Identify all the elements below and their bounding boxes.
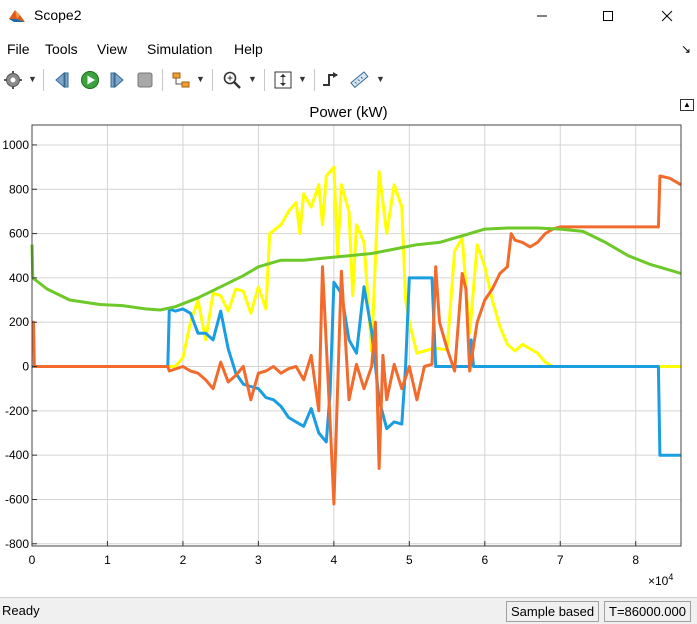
fit-button[interactable] xyxy=(272,69,294,91)
trigger-icon xyxy=(323,72,338,86)
toolbar-separator xyxy=(212,69,213,91)
fit-icon xyxy=(274,71,292,89)
toolbar-separator xyxy=(264,69,265,91)
highlight-icon xyxy=(172,72,190,88)
toolbar: ▼ ▼ ▼ ▼ ▼ xyxy=(0,64,697,98)
menu-tools[interactable]: Tools xyxy=(45,41,78,57)
chart-grid xyxy=(31,125,681,546)
sample-mode-indicator: Sample based xyxy=(506,601,600,622)
menu-simulation[interactable]: Simulation xyxy=(147,41,212,57)
x-tick-label: 2 xyxy=(180,553,187,567)
x-tick-label: 1 xyxy=(104,553,111,567)
measure-icon xyxy=(350,71,369,89)
status-bar: Ready Sample based T=86000.000 xyxy=(0,597,697,624)
scope-chart[interactable]: 0 1 2 3 4 5 6 7 8 1000 800 600 400 200 0 -200 -400 -600 -8… xyxy=(0,98,697,595)
close-icon xyxy=(661,10,673,22)
x-tick-label: 5 xyxy=(406,553,413,567)
measure-button[interactable] xyxy=(348,69,370,91)
step-back-icon xyxy=(55,71,69,89)
menu-bar: File Tools View Simulation Help ↘ xyxy=(0,38,697,60)
menu-file[interactable]: File xyxy=(7,41,30,57)
minimize-icon xyxy=(537,15,547,17)
menu-view[interactable]: View xyxy=(97,41,127,57)
x-tick-label: 3 xyxy=(255,553,262,567)
maximize-button[interactable] xyxy=(585,0,631,32)
settings-dropdown-icon[interactable]: ▼ xyxy=(28,74,37,84)
zoom-dropdown-icon[interactable]: ▼ xyxy=(248,74,257,84)
stop-button[interactable] xyxy=(134,69,156,91)
toolbar-separator xyxy=(162,69,163,91)
y-tick-label: 200 xyxy=(9,315,29,329)
gear-icon xyxy=(4,71,22,89)
y-tick-label: 800 xyxy=(9,182,29,196)
zoom-button[interactable] xyxy=(221,69,243,91)
window-title: Scope2 xyxy=(34,7,82,23)
y-tick-label: 1000 xyxy=(2,138,29,152)
plot-area xyxy=(32,125,681,546)
x-tick-label: 4 xyxy=(331,553,338,567)
step-forward-icon xyxy=(110,71,124,89)
matlab-logo-icon xyxy=(9,10,25,22)
zoom-icon xyxy=(223,71,241,89)
y-tick-label: -400 xyxy=(5,448,29,462)
status-text: Ready xyxy=(2,603,40,618)
x-multiplier-label: ×104 xyxy=(648,572,673,588)
close-button[interactable] xyxy=(644,0,690,32)
y-tick-label: 600 xyxy=(9,227,29,241)
trigger-button[interactable] xyxy=(320,69,342,91)
menu-overflow-icon[interactable]: ↘ xyxy=(681,42,691,56)
toolbar-separator xyxy=(43,69,44,91)
y-tick-label: -200 xyxy=(5,404,29,418)
minimize-button[interactable] xyxy=(519,0,565,32)
y-tick-label: -800 xyxy=(5,537,29,551)
toolbar-separator xyxy=(314,69,315,91)
highlight-button[interactable] xyxy=(170,69,192,91)
title-bar: Scope2 xyxy=(0,0,697,32)
measure-dropdown-icon[interactable]: ▼ xyxy=(376,74,385,84)
x-tick-label: 6 xyxy=(481,553,488,567)
stop-icon xyxy=(137,72,153,88)
run-icon xyxy=(81,71,99,89)
x-tick-label: 7 xyxy=(557,553,564,567)
y-tick-label: -600 xyxy=(5,492,29,506)
highlight-dropdown-icon[interactable]: ▼ xyxy=(196,74,205,84)
settings-button[interactable] xyxy=(2,69,24,91)
menu-help[interactable]: Help xyxy=(234,41,263,57)
run-button[interactable] xyxy=(79,69,101,91)
time-indicator: T=86000.000 xyxy=(604,601,691,622)
fit-dropdown-icon[interactable]: ▼ xyxy=(298,74,307,84)
maximize-icon xyxy=(603,11,613,21)
x-tick-label: 8 xyxy=(632,553,639,567)
step-forward-button[interactable] xyxy=(106,69,128,91)
y-tick-label: 400 xyxy=(9,271,29,285)
step-back-button[interactable] xyxy=(51,69,73,91)
x-tick-label: 0 xyxy=(29,553,36,567)
y-tick-label: 0 xyxy=(22,360,29,374)
